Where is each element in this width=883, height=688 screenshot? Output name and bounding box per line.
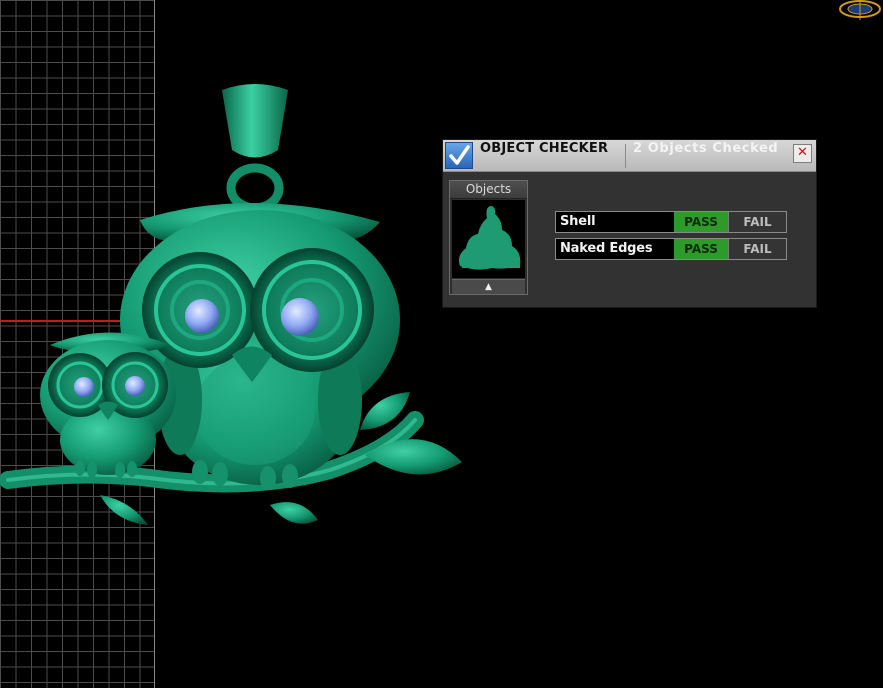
owl-thumbnail-icon	[458, 206, 521, 270]
orientation-widget-icon[interactable]	[837, 0, 883, 22]
3d-viewport[interactable]	[0, 0, 883, 688]
pass-indicator[interactable]: PASS	[674, 239, 729, 259]
check-row-shell: Shell PASS FAIL	[555, 211, 787, 233]
pass-indicator[interactable]: PASS	[674, 212, 729, 232]
checkmark-icon	[445, 142, 473, 169]
objects-list: Objects ▲	[449, 180, 528, 295]
fail-indicator[interactable]: FAIL	[729, 212, 786, 232]
scroll-up-button[interactable]: ▲	[452, 279, 525, 294]
check-label: Shell	[560, 214, 596, 229]
object-thumbnail[interactable]	[452, 200, 525, 278]
close-button[interactable]: ✕	[793, 144, 812, 163]
owl-pendant-model-icon[interactable]	[0, 0, 883, 688]
objects-checked-count: 2 Objects Checked	[633, 141, 779, 156]
object-checker-panel: OBJECT CHECKER 2 Objects Checked ✕ Objec…	[442, 139, 817, 308]
objects-label: Objects	[450, 181, 527, 199]
object-checker-header: OBJECT CHECKER 2 Objects Checked ✕	[443, 140, 816, 172]
check-row-naked-edges: Naked Edges PASS FAIL	[555, 238, 787, 260]
close-icon: ✕	[797, 145, 808, 160]
fail-indicator[interactable]: FAIL	[729, 239, 786, 259]
panel-title: OBJECT CHECKER	[480, 141, 609, 156]
header-divider	[625, 144, 626, 168]
check-label: Naked Edges	[560, 241, 653, 256]
